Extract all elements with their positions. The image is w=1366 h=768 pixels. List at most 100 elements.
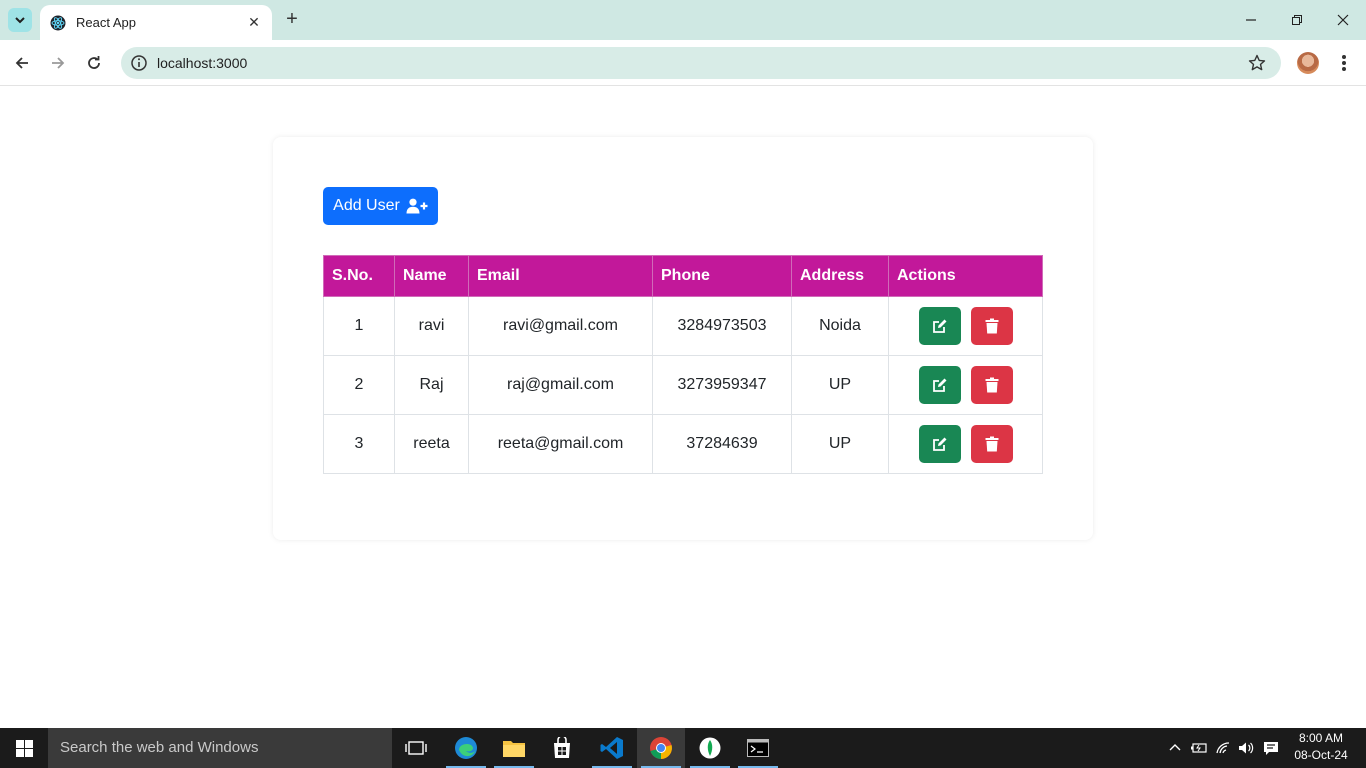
cell-email: ravi@gmail.com [468, 296, 653, 356]
chevron-down-icon [15, 17, 25, 24]
table-row: 2 Raj raj@gmail.com 3273959347 UP [323, 355, 1043, 415]
cell-name: ravi [394, 296, 469, 356]
taskbar-file-explorer[interactable] [490, 728, 538, 768]
user-plus-icon [406, 198, 428, 214]
delete-button[interactable] [970, 425, 1013, 463]
add-user-label: Add User [333, 197, 400, 214]
arrow-right-icon [52, 57, 65, 69]
react-icon [50, 15, 66, 30]
forward-button[interactable] [44, 49, 72, 77]
tab-strip: React App ✕ + [0, 0, 1366, 40]
site-info-icon[interactable] [129, 53, 149, 73]
star-icon[interactable] [1247, 53, 1267, 73]
battery-icon [1191, 743, 1207, 753]
vscode-icon [600, 737, 623, 759]
clock-time: 8:00 AM [1298, 731, 1344, 745]
address-bar[interactable]: localhost:3000 [121, 47, 1281, 79]
mongodb-icon [699, 737, 721, 759]
delete-button[interactable] [970, 366, 1013, 404]
cell-address: UP [791, 414, 889, 474]
restore-button[interactable] [1274, 6, 1320, 34]
reload-icon [88, 56, 100, 69]
restore-icon [1292, 15, 1302, 25]
notification-icon [1264, 741, 1278, 755]
edit-button[interactable] [918, 307, 961, 345]
edit-button[interactable] [918, 366, 961, 404]
reload-button[interactable] [80, 49, 108, 77]
trash-icon [985, 318, 998, 334]
header-address: Address [791, 255, 889, 297]
cell-sno: 1 [323, 296, 395, 356]
cell-address: UP [791, 355, 889, 415]
edit-button[interactable] [918, 425, 961, 463]
battery-tray-button[interactable] [1188, 728, 1210, 768]
edit-icon [932, 378, 946, 392]
cell-address: Noida [791, 296, 889, 356]
cell-email: raj@gmail.com [468, 355, 653, 415]
header-sno: S.No. [323, 255, 395, 297]
header-phone: Phone [652, 255, 792, 297]
cell-actions [888, 414, 1043, 474]
tab-title: React App [76, 15, 136, 30]
edit-icon [932, 437, 946, 451]
delete-button[interactable] [970, 307, 1013, 345]
cell-phone: 3273959347 [652, 355, 792, 415]
back-button[interactable] [8, 49, 36, 77]
wifi-icon [1216, 742, 1230, 754]
new-tab-button[interactable]: + [280, 8, 304, 32]
users-table: S.No. Name Email Phone Address Actions 1… [323, 255, 1043, 474]
cell-sno: 2 [323, 355, 395, 415]
folder-icon [503, 741, 525, 757]
taskbar-clock[interactable]: 8:00 AM 08-Oct-24 [1288, 730, 1354, 764]
taskbar-chrome[interactable] [637, 728, 685, 768]
start-button[interactable] [0, 728, 48, 768]
cell-actions [888, 296, 1043, 356]
volume-tray-button[interactable] [1235, 728, 1257, 768]
taskbar-vscode[interactable] [588, 728, 636, 768]
taskbar-store[interactable] [538, 728, 586, 768]
edge-icon [455, 737, 477, 759]
taskbar-terminal[interactable] [734, 728, 782, 768]
table-row: 1 ravi ravi@gmail.com 3284973503 Noida [323, 296, 1043, 356]
page-content: Add User S.No. Name Email Phone Address … [0, 87, 1366, 728]
taskbar: Search the web and Windows 8:00 AM 08-Oc… [0, 728, 1366, 768]
browser-toolbar: localhost:3000 [0, 40, 1366, 86]
arrow-left-icon [15, 57, 28, 69]
task-view-button[interactable] [392, 728, 440, 768]
browser-menu-icon[interactable] [1334, 52, 1354, 74]
browser-tab[interactable]: React App ✕ [40, 5, 272, 40]
close-icon [1337, 14, 1349, 26]
task-view-icon [405, 741, 427, 755]
add-user-button[interactable]: Add User [323, 187, 438, 225]
profile-avatar[interactable] [1297, 52, 1319, 74]
chrome-icon [650, 737, 672, 759]
cell-name: Raj [394, 355, 469, 415]
cell-name: reeta [394, 414, 469, 474]
header-name: Name [394, 255, 469, 297]
taskbar-mongodb-compass[interactable] [686, 728, 734, 768]
tab-close-icon[interactable]: ✕ [246, 14, 262, 31]
clock-date: 08-Oct-24 [1294, 748, 1348, 762]
volume-icon [1239, 742, 1254, 754]
url-text: localhost:3000 [157, 55, 248, 71]
header-email: Email [468, 255, 653, 297]
action-center-button[interactable] [1260, 728, 1282, 768]
table-row: 3 reeta reeta@gmail.com 37284639 UP [323, 414, 1043, 474]
cell-actions [888, 355, 1043, 415]
cell-email: reeta@gmail.com [468, 414, 653, 474]
minimize-icon [1246, 19, 1256, 21]
taskbar-search-input[interactable]: Search the web and Windows [48, 728, 392, 768]
trash-icon [985, 377, 998, 393]
header-actions: Actions [888, 255, 1043, 297]
taskbar-edge[interactable] [442, 728, 490, 768]
chevron-up-icon [1169, 744, 1181, 751]
tab-search-button[interactable] [8, 8, 32, 32]
cell-phone: 37284639 [652, 414, 792, 474]
wifi-tray-button[interactable] [1212, 728, 1234, 768]
close-window-button[interactable] [1320, 6, 1366, 34]
minimize-button[interactable] [1228, 6, 1274, 34]
store-icon [554, 737, 570, 758]
show-hidden-icons-button[interactable] [1164, 728, 1186, 768]
user-card: Add User S.No. Name Email Phone Address … [273, 137, 1093, 540]
trash-icon [985, 436, 998, 452]
